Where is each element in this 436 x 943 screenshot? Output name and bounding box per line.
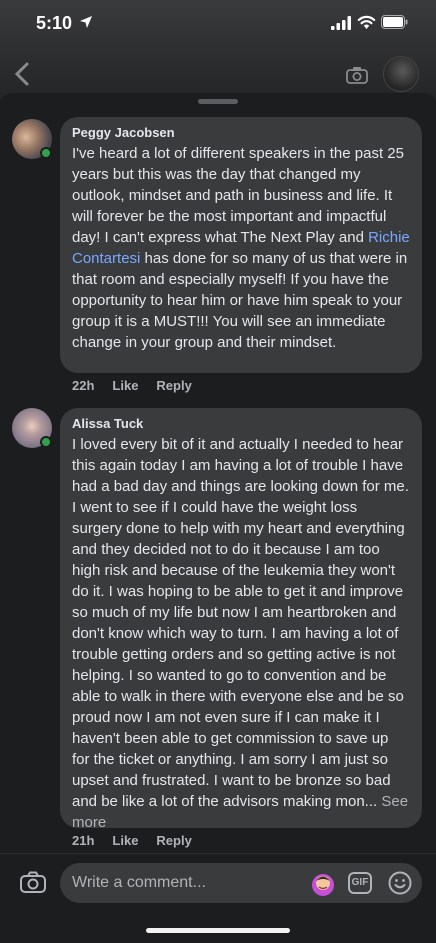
comment-text-part: I loved every bit of it and actually I n… bbox=[72, 436, 409, 810]
comment-input-placeholder: Write a comment... bbox=[72, 874, 206, 891]
comment-text: I've heard a lot of different speakers i… bbox=[72, 143, 410, 353]
online-status-dot bbox=[40, 436, 52, 448]
online-status-dot bbox=[40, 147, 52, 159]
status-bar: 5:10 bbox=[0, 0, 436, 48]
comment-input[interactable]: Write a comment... GIF bbox=[60, 863, 422, 903]
comments-sheet: Peggy Jacobsen I've heard a lot of diffe… bbox=[0, 93, 436, 943]
cellular-signal-icon bbox=[331, 16, 351, 30]
comment-author[interactable]: Alissa Tuck bbox=[72, 416, 410, 431]
profile-avatar[interactable] bbox=[383, 56, 419, 92]
camera-icon[interactable] bbox=[346, 66, 368, 84]
gif-icon[interactable]: GIF bbox=[348, 872, 372, 894]
location-arrow-icon bbox=[80, 16, 92, 28]
comment-text: I loved every bit of it and actually I n… bbox=[72, 434, 410, 833]
comment-bubble[interactable]: Peggy Jacobsen I've heard a lot of diffe… bbox=[60, 117, 422, 373]
battery-icon bbox=[381, 15, 408, 29]
comment-composer: Write a comment... GIF bbox=[0, 853, 436, 911]
comment-bubble[interactable]: Alissa Tuck I loved every bit of it and … bbox=[60, 408, 422, 831]
comment-actions: 21h Like Reply bbox=[72, 833, 210, 848]
back-chevron-icon[interactable] bbox=[12, 62, 32, 86]
comment-time: 21h bbox=[72, 833, 95, 848]
comment-author[interactable]: Peggy Jacobsen bbox=[72, 125, 410, 140]
comment-actions: 22h Like Reply bbox=[72, 378, 210, 393]
comment-time: 22h bbox=[72, 378, 95, 393]
camera-icon[interactable] bbox=[20, 871, 46, 893]
sheet-grabber-handle[interactable] bbox=[198, 99, 238, 104]
reply-button[interactable]: Reply bbox=[156, 833, 191, 848]
home-indicator bbox=[146, 928, 290, 933]
like-button[interactable]: Like bbox=[112, 833, 138, 848]
avatar-sticker-icon[interactable] bbox=[310, 871, 336, 897]
wifi-icon bbox=[357, 15, 376, 29]
like-button[interactable]: Like bbox=[112, 378, 138, 393]
emoji-icon[interactable] bbox=[388, 871, 412, 895]
status-time: 5:10 bbox=[36, 13, 73, 33]
comment-text-part: I've heard a lot of different speakers i… bbox=[72, 145, 404, 246]
reply-button[interactable]: Reply bbox=[156, 378, 191, 393]
